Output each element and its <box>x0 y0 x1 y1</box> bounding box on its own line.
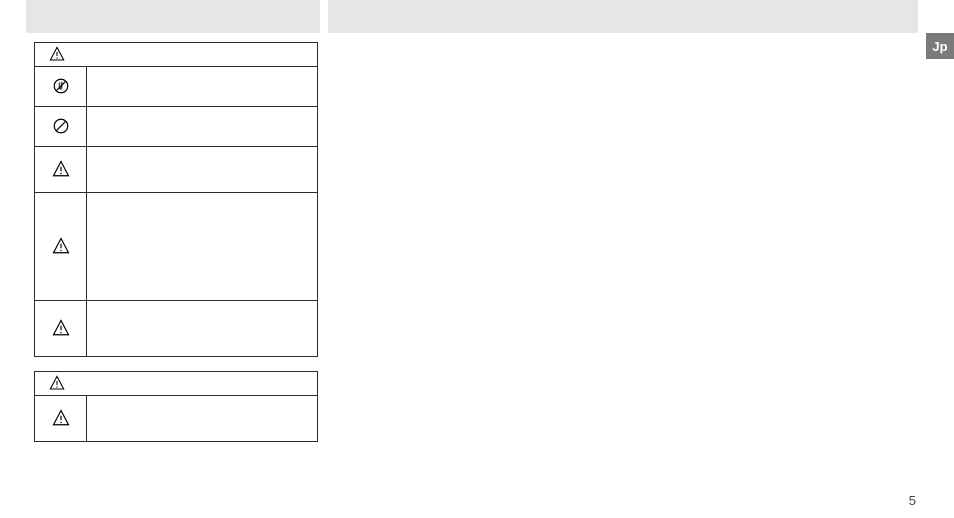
table-row <box>35 147 318 193</box>
no-touch-icon <box>52 77 70 95</box>
safety-tables <box>34 42 954 442</box>
prohibit-icon <box>52 117 70 135</box>
table-header <box>35 43 318 67</box>
table-row <box>35 107 318 147</box>
row-body-cell <box>87 301 318 357</box>
safety-table <box>34 371 318 442</box>
language-label: Jp <box>932 39 947 54</box>
table-row <box>35 67 318 107</box>
row-body-cell <box>87 193 318 301</box>
page-number: 5 <box>909 493 916 508</box>
row-icon-cell <box>35 301 87 357</box>
table-header <box>35 372 318 396</box>
safety-table <box>34 42 318 357</box>
warning-icon <box>49 375 65 391</box>
warning-icon <box>52 319 70 337</box>
row-body-cell <box>87 396 318 442</box>
row-icon-cell <box>35 67 87 107</box>
warning-icon <box>52 237 70 255</box>
warning-icon <box>52 160 70 178</box>
row-body-cell <box>87 147 318 193</box>
header-bar-left <box>26 0 320 33</box>
row-icon-cell <box>35 193 87 301</box>
warning-icon <box>52 409 70 427</box>
header-bar-right <box>328 0 918 33</box>
row-body-cell <box>87 107 318 147</box>
row-icon-cell <box>35 107 87 147</box>
table-row <box>35 396 318 442</box>
row-icon-cell <box>35 147 87 193</box>
row-icon-cell <box>35 396 87 442</box>
header-bars <box>0 0 954 33</box>
table-row <box>35 193 318 301</box>
row-body-cell <box>87 67 318 107</box>
warning-icon <box>49 46 65 62</box>
language-tab: Jp <box>926 33 954 59</box>
table-row <box>35 301 318 357</box>
